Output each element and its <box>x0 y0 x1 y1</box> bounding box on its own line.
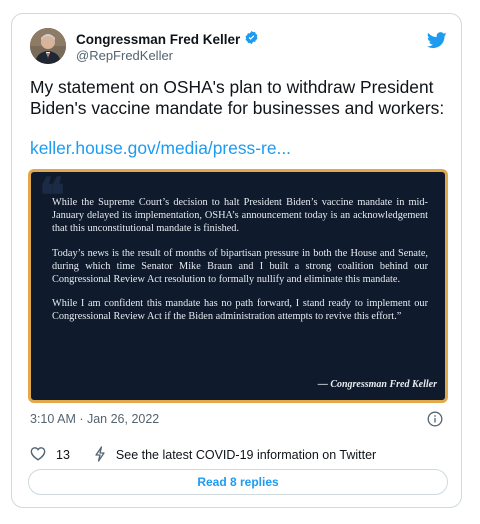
author-name-text[interactable]: Congressman Fred Keller <box>76 32 240 47</box>
heart-icon[interactable] <box>30 446 46 464</box>
twitter-bird-icon[interactable] <box>426 32 447 49</box>
verified-badge-icon <box>244 30 259 48</box>
statement-image[interactable]: ❝ While the Supreme Court’s decision to … <box>28 169 448 403</box>
statement-text: While the Supreme Court’s decision to ha… <box>52 196 428 335</box>
tweet-timestamp[interactable]: 3:10 AM · Jan 26, 2022 <box>30 412 159 426</box>
statement-paragraph-1: While the Supreme Court’s decision to ha… <box>52 197 428 235</box>
read-replies-button[interactable]: Read 8 replies <box>28 469 448 495</box>
statement-paragraph-3: While I am confident this mandate has no… <box>52 298 428 323</box>
lightning-icon <box>94 445 106 465</box>
statement-paragraph-2: Today’s news is the result of months of … <box>52 247 428 286</box>
avatar[interactable] <box>30 28 66 64</box>
tweet-link[interactable]: keller.house.gov/media/press-re... <box>30 138 291 159</box>
statement-signature: — Congressman Fred Keller <box>317 379 437 390</box>
author-handle[interactable]: @RepFredKeller <box>76 48 173 63</box>
author-name[interactable]: Congressman Fred Keller <box>76 30 259 48</box>
action-bar: 13 See the latest COVID-19 information o… <box>30 445 376 465</box>
like-count[interactable]: 13 <box>56 448 70 462</box>
tweet-card[interactable]: Congressman Fred Keller @RepFredKeller M… <box>11 13 462 508</box>
info-icon[interactable] <box>427 411 443 427</box>
covid-info-link[interactable]: See the latest COVID-19 information on T… <box>116 448 376 462</box>
tweet-text: My statement on OSHA's plan to withdraw … <box>30 77 445 118</box>
